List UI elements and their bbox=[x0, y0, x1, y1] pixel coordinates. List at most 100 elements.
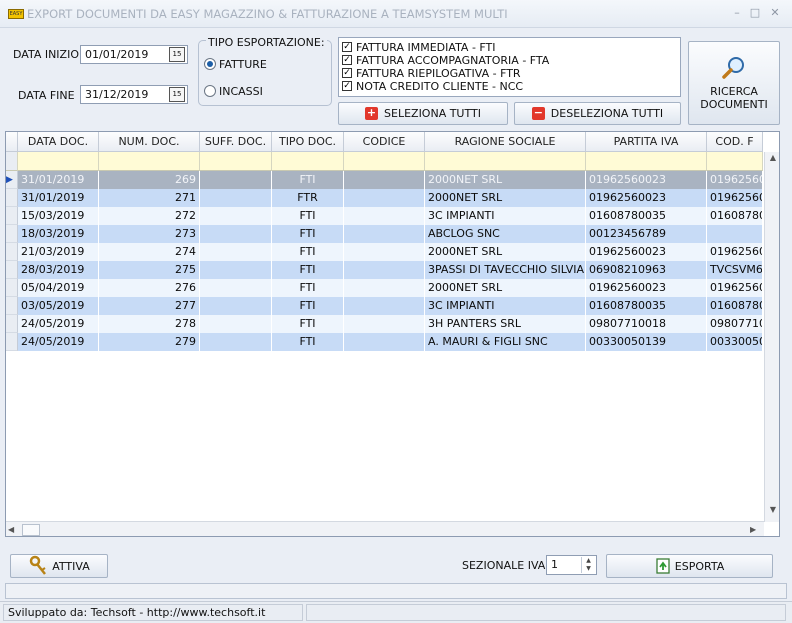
table-cell[interactable]: 03/05/2019 bbox=[18, 297, 99, 315]
table-cell[interactable]: 2000NET SRL bbox=[425, 171, 586, 189]
table-cell[interactable] bbox=[200, 189, 272, 207]
table-cell[interactable]: FTI bbox=[272, 171, 344, 189]
row-indicator[interactable] bbox=[6, 297, 18, 315]
calendar-icon[interactable]: 15 bbox=[169, 47, 185, 62]
attiva-button[interactable]: ATTIVA bbox=[10, 554, 108, 578]
table-cell[interactable]: 3PASSI DI TAVECCHIO SILVIA M bbox=[425, 261, 586, 279]
table-cell[interactable]: FTR bbox=[272, 189, 344, 207]
filter-cell[interactable] bbox=[344, 152, 425, 171]
column-header[interactable]: NUM. DOC. bbox=[99, 132, 200, 152]
table-cell[interactable]: 2000NET SRL bbox=[425, 279, 586, 297]
table-cell[interactable]: 3C IMPIANTI bbox=[425, 297, 586, 315]
table-cell[interactable] bbox=[344, 171, 425, 189]
column-header[interactable]: TIPO DOC. bbox=[272, 132, 344, 152]
table-cell[interactable] bbox=[344, 315, 425, 333]
table-cell[interactable]: 01962560023 bbox=[586, 171, 707, 189]
scroll-right-icon[interactable]: ▶ bbox=[750, 523, 762, 536]
table-cell[interactable]: 2000NET SRL bbox=[425, 189, 586, 207]
incassi-radio[interactable] bbox=[204, 85, 216, 97]
column-header[interactable]: CODICE bbox=[344, 132, 425, 152]
table-cell[interactable] bbox=[344, 279, 425, 297]
column-header[interactable]: RAGIONE SOCIALE bbox=[425, 132, 586, 152]
table-cell[interactable] bbox=[344, 333, 425, 351]
table-cell[interactable]: 019625600 bbox=[707, 243, 763, 261]
row-indicator[interactable] bbox=[6, 225, 18, 243]
documents-grid[interactable]: DATA DOC. NUM. DOC. SUFF. DOC. TIPO DOC. COD… bbox=[5, 131, 780, 537]
scroll-up-icon[interactable]: ▲ bbox=[766, 153, 779, 167]
table-cell[interactable]: 273 bbox=[99, 225, 200, 243]
esporta-button[interactable]: ESPORTA bbox=[606, 554, 773, 578]
row-indicator[interactable] bbox=[6, 333, 18, 351]
filter-cell[interactable] bbox=[200, 152, 272, 171]
table-cell[interactable]: A. MAURI & FIGLI SNC bbox=[425, 333, 586, 351]
column-header[interactable]: SUFF. DOC. bbox=[200, 132, 272, 152]
table-cell[interactable]: 06908210963 bbox=[586, 261, 707, 279]
table-cell[interactable]: FTI bbox=[272, 225, 344, 243]
table-cell[interactable] bbox=[200, 261, 272, 279]
scroll-left-icon[interactable]: ◀ bbox=[8, 523, 20, 536]
table-cell[interactable] bbox=[344, 207, 425, 225]
table-row[interactable]: 28/03/2019 275 FTI 3PASSI DI TAVECCHIO SILV… bbox=[6, 261, 764, 279]
table-cell[interactable]: FTI bbox=[272, 207, 344, 225]
table-cell[interactable]: 019625600 bbox=[707, 189, 763, 207]
vertical-scrollbar[interactable]: ▲ ▼ bbox=[764, 152, 779, 522]
table-cell[interactable]: 019625600 bbox=[707, 279, 763, 297]
table-cell[interactable] bbox=[200, 315, 272, 333]
table-cell[interactable]: ABCLOG SNC bbox=[425, 225, 586, 243]
table-cell[interactable]: FTI bbox=[272, 279, 344, 297]
table-cell[interactable]: 21/03/2019 bbox=[18, 243, 99, 261]
table-row[interactable]: 24/05/2019 279 FTI A. MAURI & FIGLI SNC 0033… bbox=[6, 333, 764, 351]
table-cell[interactable]: FTI bbox=[272, 243, 344, 261]
table-cell[interactable]: 271 bbox=[99, 189, 200, 207]
checkbox-checked-icon[interactable]: ✓ bbox=[342, 81, 352, 91]
table-cell[interactable]: 279 bbox=[99, 333, 200, 351]
column-header[interactable]: COD. F bbox=[707, 132, 763, 152]
table-cell[interactable]: 016087800 bbox=[707, 207, 763, 225]
table-cell[interactable] bbox=[200, 333, 272, 351]
data-fine-field[interactable]: 31/12/2019 15 bbox=[80, 85, 188, 104]
row-indicator[interactable] bbox=[6, 243, 18, 261]
table-cell[interactable]: 24/05/2019 bbox=[18, 333, 99, 351]
table-cell[interactable]: 01962560023 bbox=[586, 279, 707, 297]
table-cell[interactable]: FTI bbox=[272, 261, 344, 279]
doc-type-item[interactable]: ✓ FATTURA ACCOMPAGNATORIA - FTA bbox=[342, 54, 549, 67]
minimize-icon[interactable]: – bbox=[728, 4, 746, 22]
sezionale-iva-input[interactable]: 1 ▲ ▼ bbox=[546, 555, 597, 575]
table-cell[interactable] bbox=[344, 243, 425, 261]
table-cell[interactable]: 274 bbox=[99, 243, 200, 261]
table-row[interactable]: 21/03/2019 274 FTI 2000NET SRL 01962560023 01… bbox=[6, 243, 764, 261]
row-indicator[interactable] bbox=[6, 189, 18, 207]
close-icon[interactable]: ✕ bbox=[766, 4, 784, 22]
table-cell[interactable]: FTI bbox=[272, 333, 344, 351]
data-inizio-field[interactable]: 01/01/2019 15 bbox=[80, 45, 188, 64]
table-cell[interactable]: 276 bbox=[99, 279, 200, 297]
table-cell[interactable]: 15/03/2019 bbox=[18, 207, 99, 225]
column-header[interactable]: PARTITA IVA bbox=[586, 132, 707, 152]
table-cell[interactable]: 278 bbox=[99, 315, 200, 333]
table-cell[interactable]: TVCSVM64 bbox=[707, 261, 763, 279]
current-row-pointer-icon[interactable]: ▶ bbox=[6, 171, 18, 189]
doc-type-item[interactable]: ✓ FATTURA RIEPILOGATIVA - FTR bbox=[342, 67, 521, 80]
table-row[interactable]: 05/04/2019 276 FTI 2000NET SRL 01962560023 01… bbox=[6, 279, 764, 297]
table-cell[interactable]: 00123456789 bbox=[586, 225, 707, 243]
maximize-icon[interactable]: □ bbox=[746, 4, 764, 22]
doc-type-item[interactable]: ✓ NOTA CREDITO CLIENTE - NCC bbox=[342, 80, 523, 93]
table-cell[interactable]: 098077100 bbox=[707, 315, 763, 333]
table-cell[interactable]: 3C IMPIANTI bbox=[425, 207, 586, 225]
filter-cell[interactable] bbox=[272, 152, 344, 171]
horizontal-scrollbar[interactable]: ◀ ▶ bbox=[6, 521, 764, 536]
doc-type-item[interactable]: ✓ FATTURA IMMEDIATA - FTI bbox=[342, 41, 496, 54]
table-row[interactable]: 31/01/2019 271 FTR 2000NET SRL 01962560023 01… bbox=[6, 189, 764, 207]
ricerca-documenti-button[interactable]: RICERCA DOCUMENTI bbox=[688, 41, 780, 125]
table-row[interactable]: 18/03/2019 273 FTI ABCLOG SNC 00123456789 bbox=[6, 225, 764, 243]
incassi-label[interactable]: INCASSI bbox=[219, 85, 263, 98]
row-indicator[interactable] bbox=[6, 207, 18, 225]
table-cell[interactable]: 24/05/2019 bbox=[18, 315, 99, 333]
table-row[interactable]: ▶ 31/01/2019 269 FTI 2000NET SRL 01962560023 0… bbox=[6, 171, 764, 189]
fatture-label[interactable]: FATTURE bbox=[219, 58, 267, 71]
table-cell[interactable] bbox=[344, 189, 425, 207]
filter-cell[interactable] bbox=[707, 152, 763, 171]
table-cell[interactable]: 003300501 bbox=[707, 333, 763, 351]
table-cell[interactable]: FTI bbox=[272, 315, 344, 333]
filter-cell[interactable] bbox=[18, 152, 99, 171]
